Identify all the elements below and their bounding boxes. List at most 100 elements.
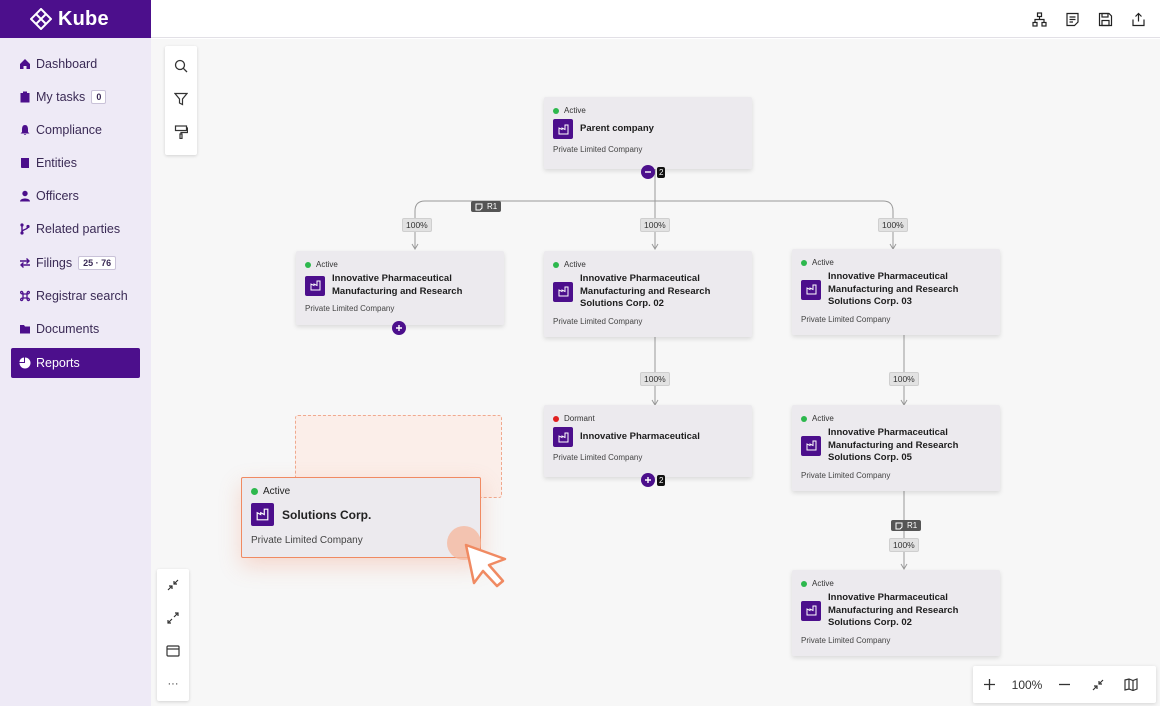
sidebar-item-documents[interactable]: Documents [11, 314, 140, 344]
notes-icon[interactable] [1064, 11, 1080, 27]
bell-icon [19, 124, 31, 136]
entity-name: Innovative Pharmaceutical Manufacturing … [332, 273, 463, 297]
sidebar-item-registrar-search[interactable]: Registrar search [11, 281, 140, 311]
ownership-label: 100% [402, 218, 432, 232]
status-dot [553, 261, 559, 268]
building-icon [801, 279, 821, 300]
search-icon[interactable] [165, 50, 197, 82]
entity-card[interactable]: Active Innovative Pharmaceutical Manufac… [296, 251, 504, 325]
share-icon[interactable] [1130, 11, 1146, 27]
building-icon [305, 275, 325, 296]
book-icon [19, 157, 31, 169]
minimap-icon[interactable] [1114, 666, 1147, 703]
canvas-toolbar [165, 46, 197, 155]
task-count-badge: 0 [91, 90, 107, 104]
ownership-label: 100% [889, 538, 919, 552]
entity-card[interactable]: Active Innovative Pharmaceutical Manufac… [544, 251, 752, 337]
sidebar-item-label: Officers [36, 189, 79, 203]
collapse-children-button[interactable] [641, 165, 655, 179]
sidebar-item-related-parties[interactable]: Related parties [11, 214, 140, 244]
entity-name: Innovative Pharmaceutical [580, 430, 700, 442]
entity-card[interactable]: Active Innovative Pharmaceutical Manufac… [792, 249, 1000, 335]
ownership-label: 100% [640, 372, 670, 386]
sidebar-item-label: Filings [36, 256, 73, 270]
minus-icon [645, 171, 651, 173]
entity-name: Innovative Pharmaceutical Manufacturing … [828, 271, 959, 307]
folder-icon [19, 323, 31, 335]
arrows-icon [19, 257, 31, 269]
branch-icon [19, 223, 31, 235]
expand-icon[interactable] [157, 602, 189, 634]
entity-type: Private Limited Company [801, 470, 891, 480]
filter-icon[interactable] [165, 83, 197, 115]
paint-roller-icon[interactable] [165, 116, 197, 148]
home-icon [19, 58, 31, 70]
entity-type: Private Limited Company [251, 535, 363, 546]
status-label: Dormant [564, 414, 595, 423]
command-icon [19, 290, 31, 302]
entity-name: Innovative Pharmaceutical Manufacturing … [828, 592, 959, 628]
zoom-in-icon[interactable] [973, 666, 1006, 703]
entity-type: Private Limited Company [305, 304, 395, 313]
expand-children-button[interactable] [392, 321, 406, 335]
entity-card[interactable]: Dormant Innovative Pharmaceutical Privat… [544, 405, 752, 477]
org-chart-icon[interactable] [1031, 11, 1047, 27]
entity-type: Private Limited Company [801, 314, 891, 324]
status-label: Active [564, 106, 586, 115]
view-toolbar: ··· [157, 569, 189, 701]
fit-view-icon[interactable] [1081, 666, 1114, 703]
expand-children-button[interactable] [641, 473, 655, 487]
app-logo[interactable]: Kube [0, 0, 151, 38]
entity-card[interactable]: Active Innovative Pharmaceutical Manufac… [792, 405, 1000, 491]
relation-badge[interactable]: R1 [471, 201, 502, 212]
status-dot [305, 261, 311, 268]
relation-badge[interactable]: R1 [891, 520, 922, 531]
pie-chart-icon [19, 357, 31, 369]
sidebar-item-compliance[interactable]: Compliance [11, 115, 140, 145]
person-icon [19, 190, 31, 202]
more-icon[interactable]: ··· [157, 668, 189, 700]
sidebar-item-label: Registrar search [36, 289, 128, 303]
entity-type: Private Limited Company [801, 635, 891, 645]
sidebar-item-officers[interactable]: Officers [11, 181, 140, 211]
ownership-label: 100% [878, 218, 908, 232]
building-icon [251, 503, 274, 526]
building-icon [553, 427, 573, 447]
sidebar-item-reports[interactable]: Reports [11, 348, 140, 378]
building-icon [553, 281, 573, 302]
collapse-icon[interactable] [157, 569, 189, 601]
plus-icon [396, 325, 402, 331]
clipboard-icon [19, 91, 31, 103]
building-icon [801, 600, 821, 621]
ownership-label: 100% [640, 218, 670, 232]
kube-logo-icon [30, 8, 52, 30]
plus-icon [645, 477, 651, 483]
org-chart-canvas[interactable]: ··· R1 100% 100% 100% 100% 100% R1 100% … [151, 39, 1160, 706]
sidebar-item-label: Compliance [36, 123, 103, 137]
top-bar [151, 0, 1160, 38]
relation-label: R1 [907, 521, 918, 530]
save-icon[interactable] [1097, 11, 1113, 27]
status-label: Active [812, 258, 834, 267]
zoom-level: 100% [1011, 677, 1043, 692]
window-icon[interactable] [157, 635, 189, 667]
zoom-controls: 100% [973, 666, 1156, 703]
entity-card-parent[interactable]: Active Parent company Private Limited Co… [544, 97, 752, 169]
sidebar-item-label: Reports [36, 356, 80, 370]
zoom-out-icon[interactable] [1048, 666, 1081, 703]
child-count-badge: 2 [657, 167, 666, 178]
sidebar-item-my-tasks[interactable]: My tasks 0 [11, 82, 140, 112]
status-dot [801, 415, 807, 422]
note-icon [895, 522, 903, 529]
status-dot [801, 580, 807, 587]
entity-card[interactable]: Active Innovative Pharmaceutical Manufac… [792, 570, 1000, 656]
sidebar-item-dashboard[interactable]: Dashboard [11, 49, 140, 79]
sidebar-item-label: Dashboard [36, 57, 98, 71]
entity-name: Innovative Pharmaceutical Manufacturing … [580, 273, 711, 309]
entity-name: Solutions Corp. [282, 507, 372, 522]
sidebar-item-entities[interactable]: Entities [11, 148, 140, 178]
sidebar-item-label: My tasks [36, 90, 86, 104]
child-count-badge: 2 [657, 475, 666, 486]
sidebar-item-filings[interactable]: Filings 25 · 76 [11, 248, 140, 278]
cursor-pointer-icon [447, 526, 507, 588]
